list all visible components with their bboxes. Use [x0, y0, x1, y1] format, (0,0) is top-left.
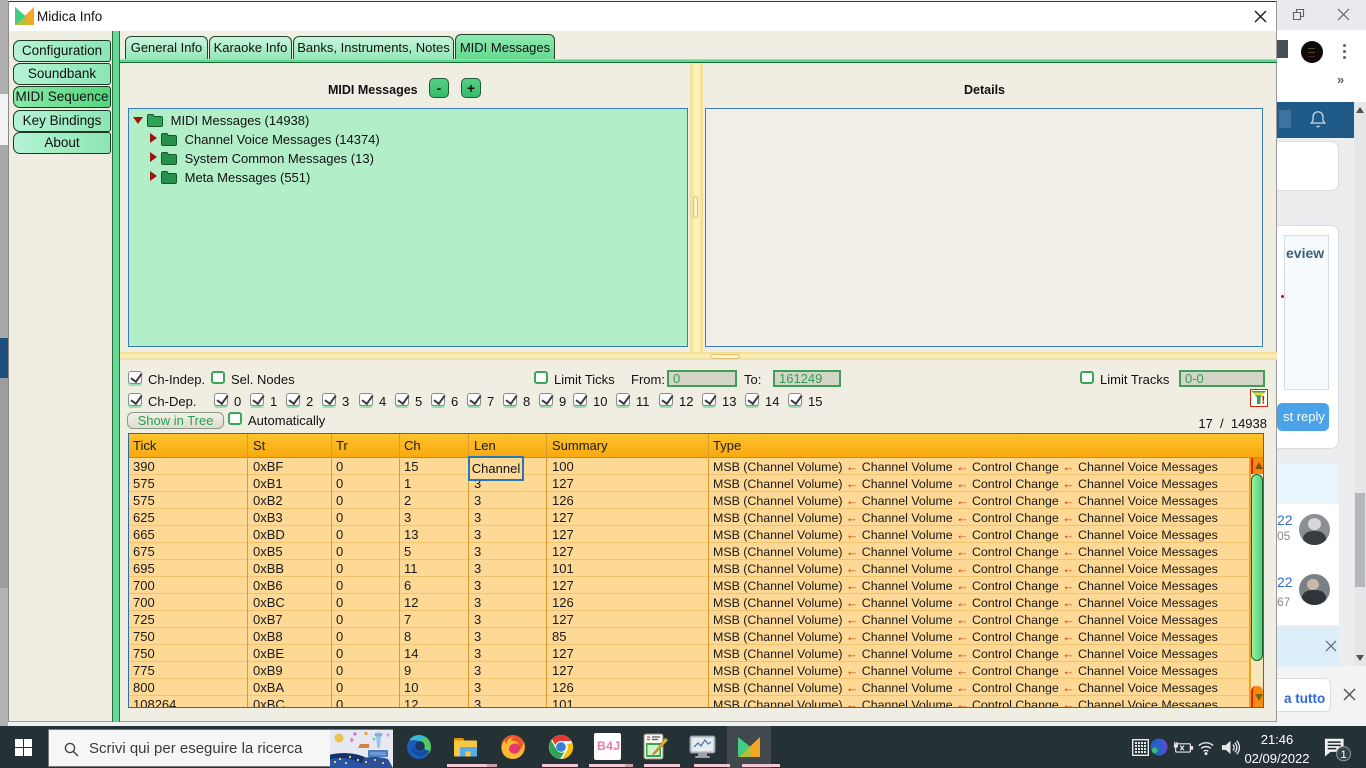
svg-text:!: !: [1262, 395, 1266, 407]
svg-text:1: 1: [1340, 749, 1346, 761]
